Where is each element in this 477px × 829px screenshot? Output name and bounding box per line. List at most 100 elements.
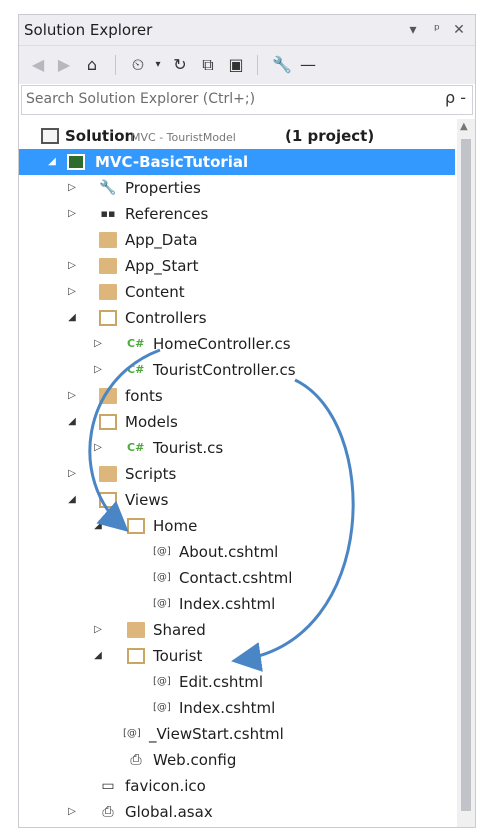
razor-file-icon: [@] <box>153 702 171 713</box>
tree-row-properties[interactable]: ▷ 🔧 Properties <box>19 175 455 201</box>
expand-arrow-icon[interactable]: ▷ <box>65 257 79 275</box>
tree-item-label: Index.cshtml <box>179 595 276 613</box>
collapse-arrow-icon[interactable]: ◢ <box>65 309 79 327</box>
toolbar-separator <box>257 55 258 75</box>
tree-row-home-controller[interactable]: ▷ C# HomeController.cs <box>19 331 455 357</box>
title-bar: Solution Explorer ▾ ᵖ ✕ <box>19 15 475 45</box>
asax-file-icon: ⎙ <box>102 804 114 820</box>
wrench-icon: 🔧 <box>99 180 117 196</box>
tree-row-tourist-model[interactable]: ▷ C# Tourist.cs <box>19 435 455 461</box>
history-dropdown-icon[interactable]: ▾ <box>147 54 169 76</box>
tree-item-label: References <box>125 205 209 223</box>
expand-arrow-icon[interactable]: ▷ <box>65 465 79 483</box>
tree-row-viewstart[interactable]: [@] _ViewStart.cshtml <box>19 721 455 747</box>
open-folder-icon <box>127 648 145 664</box>
tree-item-label: Global.asax <box>125 803 213 821</box>
search-icon[interactable]: ρ - <box>445 88 466 107</box>
collapse-all-icon[interactable]: ⧉ <box>197 54 219 76</box>
open-folder-icon <box>99 310 117 326</box>
csharp-file-icon: C# <box>127 337 145 350</box>
show-all-files-icon[interactable]: ▣ <box>225 54 247 76</box>
tree-item-label: Edit.cshtml <box>179 673 264 691</box>
forward-icon[interactable]: ▶ <box>53 54 75 76</box>
tree-row-index-home[interactable]: [@] Index.cshtml <box>19 591 455 617</box>
tree-row-fonts[interactable]: ▷ fonts <box>19 383 455 409</box>
expand-arrow-icon[interactable]: ▷ <box>65 387 79 405</box>
solution-tree: Solution MVC - TouristModel (1 project) … <box>19 119 455 827</box>
tree-row-views[interactable]: ◢ Views <box>19 487 455 513</box>
tree-row-favicon[interactable]: ▭ favicon.ico <box>19 773 455 799</box>
solution-explorer-panel: Solution Explorer ▾ ᵖ ✕ ◀ ▶ ⌂ ⏲ ▾ ↻ ⧉ ▣ … <box>18 14 476 828</box>
tree-row-references[interactable]: ▷ ▪▪ References <box>19 201 455 227</box>
tree-row-scripts[interactable]: ▷ Scripts <box>19 461 455 487</box>
solution-name: MVC - TouristModel <box>131 131 236 144</box>
tree-row-edit[interactable]: [@] Edit.cshtml <box>19 669 455 695</box>
tree-row-contact[interactable]: [@] Contact.cshtml <box>19 565 455 591</box>
expand-arrow-icon[interactable]: ▷ <box>65 283 79 301</box>
collapse-arrow-icon[interactable]: ◢ <box>91 647 105 665</box>
expand-arrow-icon[interactable]: ▷ <box>91 621 105 639</box>
search-input[interactable]: Search Solution Explorer (Ctrl+;) <box>26 91 255 107</box>
collapse-arrow-icon[interactable]: ◢ <box>65 413 79 431</box>
tree-row-web-config[interactable]: ⎙ Web.config <box>19 747 455 773</box>
tree-row-shared[interactable]: ▷ Shared <box>19 617 455 643</box>
tree-row-models[interactable]: ◢ Models <box>19 409 455 435</box>
config-file-icon: ⎙ <box>130 752 142 768</box>
refresh-icon[interactable]: ↻ <box>169 54 191 76</box>
tree-row-tourist-views[interactable]: ◢ Tourist <box>19 643 455 669</box>
home-icon[interactable]: ⌂ <box>81 54 103 76</box>
tree-row-project[interactable]: ◢ MVC-BasicTutorial <box>19 149 455 175</box>
expand-arrow-icon[interactable]: ▷ <box>65 179 79 197</box>
history-icon[interactable]: ⏲ <box>127 54 149 76</box>
expand-arrow-icon[interactable]: ▷ <box>91 335 105 353</box>
tree-item-label: Models <box>125 413 178 431</box>
tree-item-label: fonts <box>125 387 163 405</box>
tree-item-label: About.cshtml <box>179 543 279 561</box>
close-icon[interactable]: ✕ <box>449 19 469 41</box>
toolbar-separator <box>115 55 116 75</box>
tree-row-solution[interactable]: Solution MVC - TouristModel (1 project) <box>19 123 455 149</box>
properties-icon[interactable]: 🔧 <box>271 54 293 76</box>
tree-row-tourist-controller[interactable]: ▷ C# TouristController.cs <box>19 357 455 383</box>
collapse-arrow-icon[interactable]: ◢ <box>45 153 59 171</box>
tree-item-label: Shared <box>153 621 206 639</box>
tree-item-label: Tourist <box>153 647 203 665</box>
search-box[interactable]: Search Solution Explorer (Ctrl+;) ρ - <box>21 85 473 115</box>
collapse-arrow-icon[interactable]: ◢ <box>91 517 105 535</box>
tree-row-home-views[interactable]: ◢ Home <box>19 513 455 539</box>
razor-file-icon: [@] <box>123 728 141 739</box>
tree-row-controllers[interactable]: ◢ Controllers <box>19 305 455 331</box>
expand-arrow-icon[interactable]: ▷ <box>65 205 79 223</box>
tree-row-app-data[interactable]: App_Data <box>19 227 455 253</box>
razor-file-icon: [@] <box>153 676 171 687</box>
razor-file-icon: [@] <box>153 546 171 557</box>
expand-arrow-icon[interactable]: ▷ <box>91 439 105 457</box>
folder-icon <box>99 258 117 274</box>
tree-item-label: HomeController.cs <box>153 335 291 353</box>
expand-arrow-icon[interactable]: ▷ <box>91 361 105 379</box>
solution-suffix: (1 project) <box>285 127 375 145</box>
tree-row-content[interactable]: ▷ Content <box>19 279 455 305</box>
dropdown-icon[interactable]: ▾ <box>403 19 423 41</box>
back-icon[interactable]: ◀ <box>27 54 49 76</box>
tree-item-label: _ViewStart.cshtml <box>149 725 284 743</box>
tree-row-global-asax[interactable]: ▷ ⎙ Global.asax <box>19 799 455 825</box>
csharp-file-icon: C# <box>127 363 145 376</box>
razor-file-icon: [@] <box>153 598 171 609</box>
tree-item-label: TouristController.cs <box>153 361 296 379</box>
vertical-scrollbar[interactable]: ▲ <box>457 119 475 827</box>
scroll-up-icon[interactable]: ▲ <box>460 121 468 132</box>
scrollbar-thumb[interactable] <box>461 139 471 811</box>
tree-row-about[interactable]: [@] About.cshtml <box>19 539 455 565</box>
tree-item-label: Index.cshtml <box>179 699 276 717</box>
tree-item-label: Contact.cshtml <box>179 569 293 587</box>
tree-row-app-start[interactable]: ▷ App_Start <box>19 253 455 279</box>
folder-icon <box>127 622 145 638</box>
project-label: MVC-BasicTutorial <box>95 153 249 171</box>
expand-arrow-icon[interactable]: ▷ <box>65 803 79 821</box>
pin-toolbar-icon[interactable]: — <box>297 54 319 76</box>
tree-row-index-tourist[interactable]: [@] Index.cshtml <box>19 695 455 721</box>
collapse-arrow-icon[interactable]: ◢ <box>65 491 79 509</box>
solution-label: Solution <box>65 127 136 145</box>
pin-icon[interactable]: ᵖ <box>427 19 447 41</box>
